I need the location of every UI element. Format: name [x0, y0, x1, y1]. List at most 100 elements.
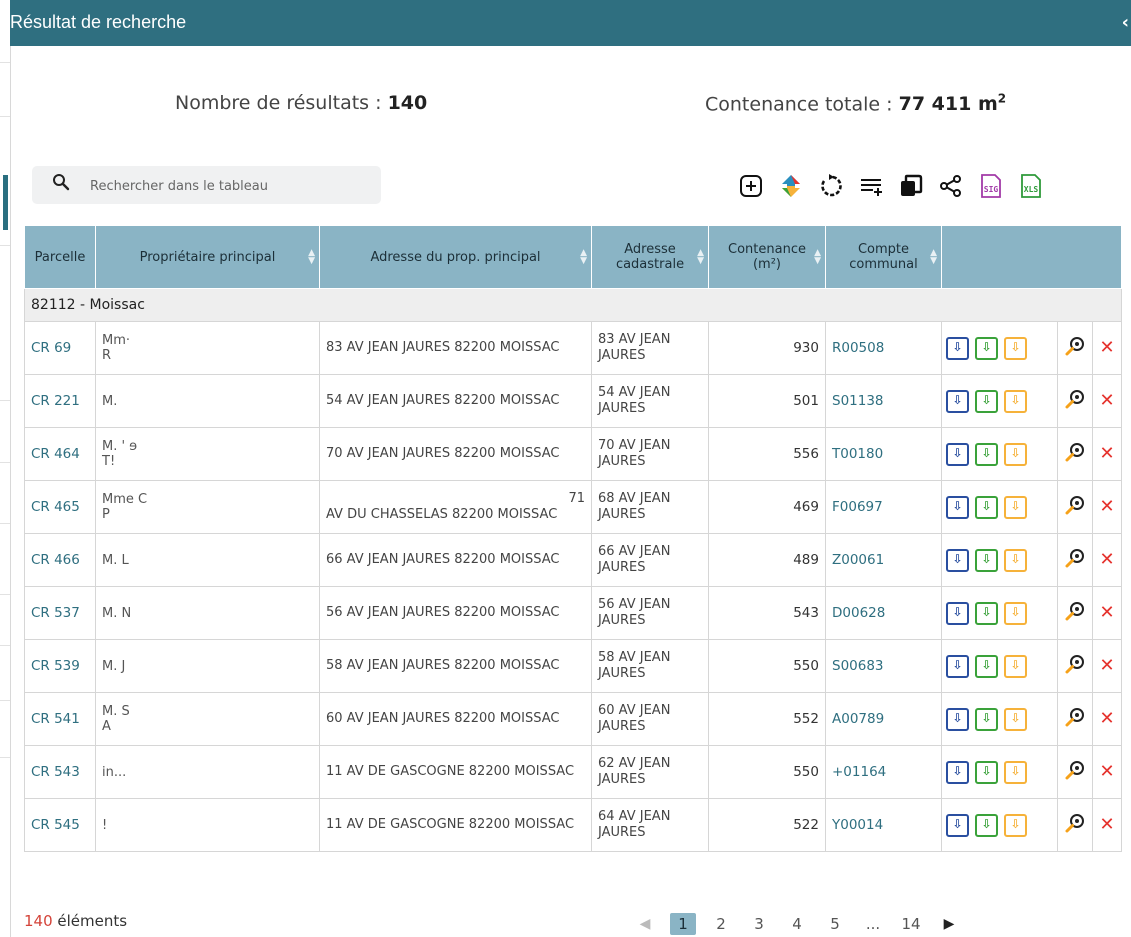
collapse-panel-button[interactable]: ‹ — [1122, 12, 1129, 33]
download-orange-icon[interactable]: ⇩ — [1004, 548, 1027, 572]
add-icon[interactable] — [738, 173, 764, 199]
column-header-adresse-cadastrale[interactable]: Adresse cadastrale ▲ ▼ — [591, 225, 709, 289]
compte-link[interactable]: F00697 — [825, 480, 942, 534]
zoom-to-parcel-icon[interactable] — [1064, 653, 1086, 675]
delete-row-icon[interactable]: ✕ — [1099, 337, 1114, 358]
compte-link[interactable]: Z00061 — [825, 533, 942, 587]
download-blue-icon[interactable]: ⇩ — [946, 336, 969, 360]
download-orange-icon[interactable]: ⇩ — [1004, 336, 1027, 360]
page-button[interactable]: 14 — [898, 915, 924, 933]
page-button[interactable]: 2 — [708, 915, 734, 933]
table-row[interactable]: CR 465 Mme C P 71 AV DU CHASSELAS 82200 MOIS… — [24, 480, 1122, 534]
download-orange-icon[interactable]: ⇩ — [1004, 495, 1027, 519]
table-row[interactable]: CR 464 M. ' ɘ T! 70 AV JEAN JAURES 82200 MO… — [24, 427, 1122, 481]
download-orange-icon[interactable]: ⇩ — [1004, 389, 1027, 413]
download-green-icon[interactable]: ⇩ — [975, 813, 998, 837]
compte-link[interactable]: S01138 — [825, 374, 942, 428]
table-row[interactable]: CR 545! 11 AV DE GASCOGNE 82200 MOISSAC 64… — [24, 798, 1122, 852]
delete-row-icon[interactable]: ✕ — [1099, 549, 1114, 570]
table-row[interactable]: CR 539 M. J 58 AV JEAN JAURES 82200 MOISSA… — [24, 639, 1122, 693]
download-orange-icon[interactable]: ⇩ — [1004, 442, 1027, 466]
parcel-link[interactable]: CR 537 — [24, 586, 96, 640]
add-column-icon[interactable] — [858, 173, 884, 199]
zoom-to-parcel-icon[interactable] — [1064, 494, 1086, 516]
delete-row-icon[interactable]: ✕ — [1099, 443, 1114, 464]
delete-row-icon[interactable]: ✕ — [1099, 655, 1114, 676]
download-green-icon[interactable]: ⇩ — [975, 707, 998, 731]
download-orange-icon[interactable]: ⇩ — [1004, 707, 1027, 731]
download-green-icon[interactable]: ⇩ — [975, 389, 998, 413]
xls-export-icon[interactable]: XLS — [1018, 173, 1044, 199]
download-green-icon[interactable]: ⇩ — [975, 601, 998, 625]
parcel-link[interactable]: CR 539 — [24, 639, 96, 693]
compte-link[interactable]: T00180 — [825, 427, 942, 481]
parcel-link[interactable]: CR 464 — [24, 427, 96, 481]
zoom-to-parcel-icon[interactable] — [1064, 441, 1086, 463]
page-button[interactable]: 3 — [746, 915, 772, 933]
table-row[interactable]: CR 466 M. L 66 AV JEAN JAURES 82200 MOISSA… — [24, 533, 1122, 587]
parcel-link[interactable]: CR 543 — [24, 745, 96, 799]
download-blue-icon[interactable]: ⇩ — [946, 495, 969, 519]
download-green-icon[interactable]: ⇩ — [975, 495, 998, 519]
download-blue-icon[interactable]: ⇩ — [946, 601, 969, 625]
table-row[interactable]: CR 221 M. 54 AV JEAN JAURES 82200 MOISSAC 5… — [24, 374, 1122, 428]
zoom-to-parcel-icon[interactable] — [1064, 812, 1086, 834]
download-blue-icon[interactable]: ⇩ — [946, 760, 969, 784]
download-orange-icon[interactable]: ⇩ — [1004, 813, 1027, 837]
download-green-icon[interactable]: ⇩ — [975, 336, 998, 360]
parcel-link[interactable]: CR 465 — [24, 480, 96, 534]
parcel-link[interactable]: CR 69 — [24, 321, 96, 375]
next-page-button[interactable]: ▶ — [936, 916, 962, 932]
table-row[interactable]: CR 543 in... 11 AV DE GASCOGNE 82200 MOISS… — [24, 745, 1122, 799]
column-header-parcelle[interactable]: Parcelle — [24, 225, 96, 289]
download-green-icon[interactable]: ⇩ — [975, 442, 998, 466]
table-row[interactable]: CR 537 M. N 56 AV JEAN JAURES 82200 MOISSA… — [24, 586, 1122, 640]
download-blue-icon[interactable]: ⇩ — [946, 707, 969, 731]
parcel-link[interactable]: CR 466 — [24, 533, 96, 587]
compte-link[interactable]: Y00014 — [825, 798, 942, 852]
zoom-to-parcel-icon[interactable] — [1064, 600, 1086, 622]
prev-page-button[interactable]: ◀ — [632, 916, 658, 932]
delete-row-icon[interactable]: ✕ — [1099, 814, 1114, 835]
zoom-to-parcel-icon[interactable] — [1064, 759, 1086, 781]
table-search-input[interactable] — [88, 175, 372, 197]
delete-row-icon[interactable]: ✕ — [1099, 602, 1114, 623]
download-blue-icon[interactable]: ⇩ — [946, 654, 969, 678]
compte-link[interactable]: +01164 — [825, 745, 942, 799]
table-row[interactable]: CR 541 M. S A 60 AV JEAN JAURES 82200 MOISS… — [24, 692, 1122, 746]
parcel-link[interactable]: CR 221 — [24, 374, 96, 428]
column-header-proprietaire[interactable]: Propriétaire principal ▲ ▼ — [95, 225, 320, 289]
download-green-icon[interactable]: ⇩ — [975, 654, 998, 678]
switch-icon[interactable] — [778, 173, 804, 199]
download-green-icon[interactable]: ⇩ — [975, 760, 998, 784]
page-button[interactable]: 1 — [670, 913, 696, 935]
column-header-adresse-prop[interactable]: Adresse du prop. principal ▲ ▼ — [319, 225, 592, 289]
copy-icon[interactable] — [898, 173, 924, 199]
zoom-to-parcel-icon[interactable] — [1064, 547, 1086, 569]
refresh-icon[interactable] — [818, 173, 844, 199]
column-header-contenance[interactable]: Contenance (m²) ▲ ▼ — [708, 225, 826, 289]
sig-export-icon[interactable]: SIG — [978, 173, 1004, 199]
column-header-compte[interactable]: Compte communal ▲ ▼ — [825, 225, 942, 289]
zoom-to-parcel-icon[interactable] — [1064, 388, 1086, 410]
parcel-link[interactable]: CR 545 — [24, 798, 96, 852]
download-orange-icon[interactable]: ⇩ — [1004, 654, 1027, 678]
share-icon[interactable] — [938, 173, 964, 199]
download-orange-icon[interactable]: ⇩ — [1004, 601, 1027, 625]
delete-row-icon[interactable]: ✕ — [1099, 496, 1114, 517]
download-blue-icon[interactable]: ⇩ — [946, 548, 969, 572]
parcel-link[interactable]: CR 541 — [24, 692, 96, 746]
compte-link[interactable]: S00683 — [825, 639, 942, 693]
page-button[interactable]: 4 — [784, 915, 810, 933]
zoom-to-parcel-icon[interactable] — [1064, 335, 1086, 357]
download-blue-icon[interactable]: ⇩ — [946, 389, 969, 413]
download-orange-icon[interactable]: ⇩ — [1004, 760, 1027, 784]
delete-row-icon[interactable]: ✕ — [1099, 390, 1114, 411]
compte-link[interactable]: D00628 — [825, 586, 942, 640]
download-blue-icon[interactable]: ⇩ — [946, 813, 969, 837]
download-blue-icon[interactable]: ⇩ — [946, 442, 969, 466]
table-row[interactable]: CR 69 Mm· R 83 AV JEAN JAURES 82200 MOISSAC… — [24, 321, 1122, 375]
page-button[interactable]: 5 — [822, 915, 848, 933]
delete-row-icon[interactable]: ✕ — [1099, 761, 1114, 782]
delete-row-icon[interactable]: ✕ — [1099, 708, 1114, 729]
